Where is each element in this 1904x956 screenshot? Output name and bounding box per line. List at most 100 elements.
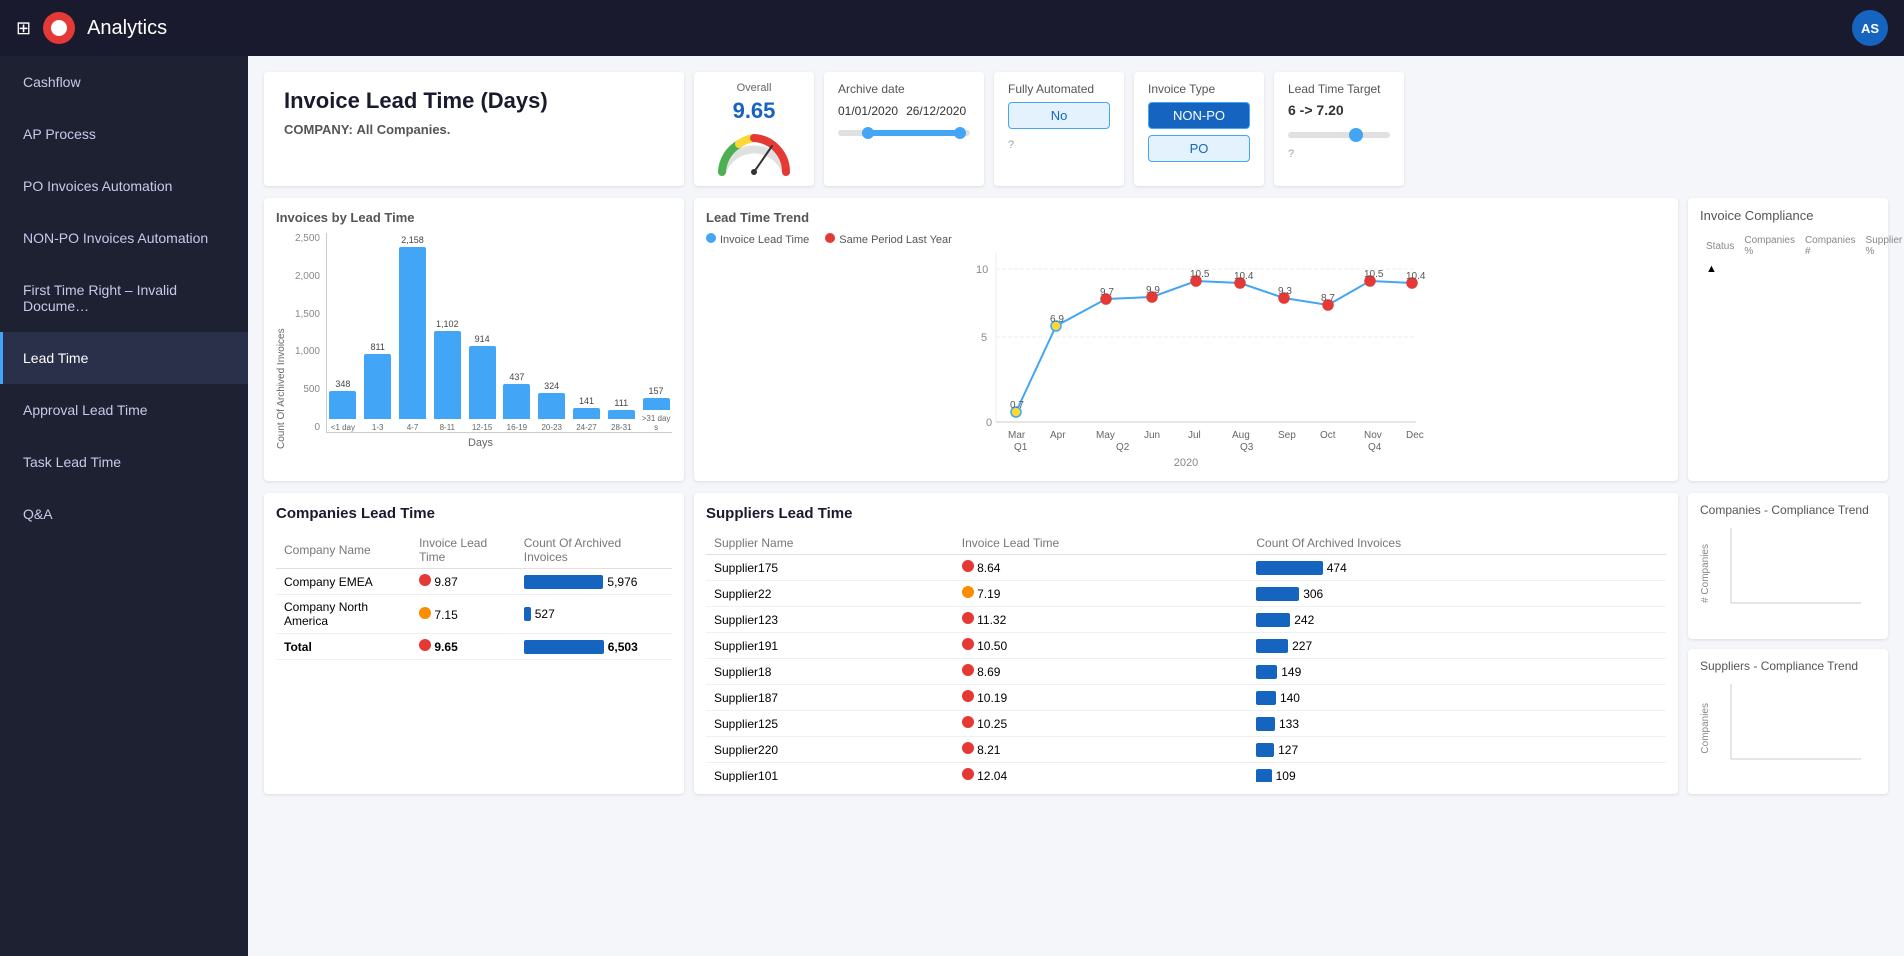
table-row: Total 9.65 6,503 [276, 634, 672, 660]
bar-column: 2,1584-7 [397, 233, 429, 432]
sidebar-item-po-invoices[interactable]: PO Invoices Automation [0, 160, 248, 212]
bar-column: 1,1028-11 [431, 233, 463, 432]
lead-time-target-label: Lead Time Target [1288, 82, 1390, 96]
bar-column: 91412-15 [466, 233, 498, 432]
svg-text:8.7: 8.7 [1321, 293, 1335, 304]
bar-rect [364, 354, 391, 419]
invoice-type-po-button[interactable]: PO [1148, 135, 1250, 162]
compliance-table: Status Companies % Companies # Supplier … [1700, 231, 1904, 279]
svg-text:Aug: Aug [1232, 430, 1250, 441]
overall-value: 9.65 [733, 98, 776, 124]
archive-card: Archive date 01/01/2020 26/12/2020 [824, 72, 984, 186]
bar-y-axis: 2,500 2,000 1,500 1,000 500 0 [289, 233, 324, 433]
sidebar-item-nonpo-invoices[interactable]: NON-PO Invoices Automation [0, 212, 248, 264]
bar-y-label: Count Of Archived Invoices [276, 233, 287, 449]
sidebar-item-first-time-right[interactable]: First Time Right – Invalid Docume… [0, 264, 248, 332]
svg-text:9.3: 9.3 [1278, 286, 1292, 297]
table-row: Company EMEA 9.87 5,976 [276, 569, 672, 595]
sidebar-item-qa[interactable]: Q&A [0, 488, 248, 540]
bar-chart-title: Invoices by Lead Time [276, 210, 672, 225]
bar-rect [329, 391, 356, 419]
svg-text:Apr: Apr [1050, 430, 1066, 441]
line-chart-title: Lead Time Trend [706, 210, 1666, 225]
gauge-svg [714, 128, 794, 176]
bar-rect [469, 346, 496, 419]
table-row: Supplier22 7.19 306 [706, 581, 1666, 607]
svg-text:Mar: Mar [1008, 430, 1026, 441]
lead-time-target-card: Lead Time Target 6 -> 7.20 ? [1274, 72, 1404, 186]
bar-column: 348<1 day [327, 233, 359, 432]
sidebar-item-cashflow[interactable]: Cashflow [0, 56, 248, 108]
svg-text:10.4: 10.4 [1234, 271, 1254, 282]
companies-lead-time-card: Companies Lead Time Company Name Invoice… [264, 493, 684, 794]
svg-text:10.5: 10.5 [1364, 269, 1384, 280]
lead-time-target-value: 6 -> 7.20 [1288, 102, 1390, 118]
table-row: Supplier220 8.21 127 [706, 737, 1666, 763]
svg-text:Dec: Dec [1406, 430, 1424, 441]
charts-row: Invoices by Lead Time Count Of Archived … [264, 198, 1888, 481]
bar-column: 32420-23 [536, 233, 568, 432]
suppliers-table: Supplier Name Invoice Lead Time Count Of… [706, 532, 1666, 782]
bar-rect [643, 398, 670, 410]
sidebar-item-task-lead-time[interactable]: Task Lead Time [0, 436, 248, 488]
svg-text:Q4: Q4 [1368, 442, 1382, 452]
automated-label: Fully Automated [1008, 82, 1110, 96]
svg-text:Q2: Q2 [1116, 442, 1130, 452]
bar-rect [573, 408, 600, 419]
right-panel: Companies - Compliance Trend # Companies… [1688, 493, 1888, 794]
sidebar-item-lead-time[interactable]: Lead Time [0, 332, 248, 384]
logo [43, 12, 75, 44]
bar-column: 8111-3 [362, 233, 394, 432]
sidebar-item-approval-lead-time[interactable]: Approval Lead Time [0, 384, 248, 436]
bar-x-label: Days [289, 437, 672, 449]
svg-text:10.5: 10.5 [1190, 269, 1210, 280]
bar-rect [503, 384, 530, 419]
app-title: Analytics [87, 17, 167, 40]
svg-text:Q3: Q3 [1240, 442, 1254, 452]
main-content: Invoice Lead Time (Days) COMPANY: All Co… [248, 56, 1904, 956]
invoice-type-nonpo-button[interactable]: NON-PO [1148, 102, 1250, 129]
sidebar: Cashflow AP Process PO Invoices Automati… [0, 56, 248, 956]
suppliers-compliance-trend-title: Suppliers - Compliance Trend [1700, 659, 1876, 673]
svg-text:10: 10 [976, 264, 988, 276]
line-chart-svg: 0 5 10 [706, 252, 1666, 452]
grid-icon[interactable]: ⊞ [16, 18, 31, 39]
suppliers-compliance-trend-card: Suppliers - Compliance Trend Companies [1688, 649, 1888, 795]
lead-time-slider[interactable] [1288, 132, 1390, 138]
bar-column: 11128-31 [605, 233, 637, 432]
svg-text:Oct: Oct [1320, 430, 1336, 441]
companies-compliance-trend-title: Companies - Compliance Trend [1700, 503, 1876, 517]
bar-column: 14124-27 [571, 233, 603, 432]
company-label: COMPANY: All Companies. [284, 122, 664, 137]
table-row: Supplier125 10.25 133 [706, 711, 1666, 737]
svg-text:Sep: Sep [1278, 430, 1296, 441]
bottom-row: Companies Lead Time Company Name Invoice… [264, 493, 1888, 794]
table-row: Supplier191 10.50 227 [706, 633, 1666, 659]
compliance-card: Invoice Compliance Status Companies % Co… [1688, 198, 1888, 481]
archive-to: 26/12/2020 [906, 104, 966, 118]
companies-compliance-trend-card: Companies - Compliance Trend # Companies [1688, 493, 1888, 639]
sidebar-item-ap-process[interactable]: AP Process [0, 108, 248, 160]
svg-text:0.7: 0.7 [1010, 400, 1024, 411]
line-chart-card: Lead Time Trend Invoice Lead Time Same P… [694, 198, 1678, 481]
overall-label: Overall [737, 82, 772, 94]
avatar[interactable]: AS [1852, 10, 1888, 46]
table-row: Company North America 7.15 527 [276, 595, 672, 634]
svg-text:5: 5 [981, 332, 987, 344]
companies-table: Company Name Invoice Lead Time Count Of … [276, 532, 672, 660]
svg-text:Jun: Jun [1144, 430, 1160, 441]
svg-text:10.4: 10.4 [1406, 271, 1426, 282]
table-row: Supplier101 12.04 109 [706, 763, 1666, 783]
title-card: Invoice Lead Time (Days) COMPANY: All Co… [264, 72, 684, 186]
overall-card: Overall 9.65 [694, 72, 814, 186]
chart-year: 2020 [706, 457, 1666, 469]
bar-rect [608, 410, 635, 419]
automated-no-button[interactable]: No [1008, 102, 1110, 129]
automated-card: Fully Automated No ? [994, 72, 1124, 186]
table-row: Supplier175 8.64 474 [706, 555, 1666, 581]
bar-rect [434, 331, 461, 419]
table-row: Supplier123 11.32 242 [706, 607, 1666, 633]
trend-legend: Invoice Lead Time Same Period Last Year [706, 233, 1666, 246]
svg-text:9.7: 9.7 [1100, 287, 1114, 298]
date-slider[interactable] [838, 130, 970, 136]
